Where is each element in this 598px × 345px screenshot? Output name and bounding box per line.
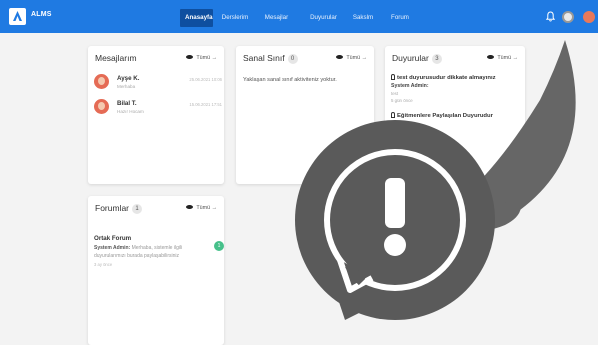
forum-author: System Admin: <box>94 245 131 251</box>
alert-bubble-icon <box>295 40 576 320</box>
forums-see-all-link[interactable]: Tümü → <box>186 205 217 211</box>
message-item[interactable]: Bilal T. Hazır Hocam 15.06.2021 17:51 <box>94 99 222 121</box>
message-preview: Merhaba <box>117 84 136 89</box>
forums-card-title: Forumlar 1 <box>95 203 143 214</box>
avatar <box>94 74 109 89</box>
brand-name: ALMS <box>31 11 52 18</box>
forum-preview: System Admin: Merhaba, sistemle ilgili d… <box>94 244 212 260</box>
messages-card-header: Mesajlarım Tümü → <box>95 53 217 67</box>
forums-card: Forumlar 1 Tümü → Ortak Forum System Admi… <box>88 196 224 345</box>
alms-logo-icon[interactable] <box>9 8 26 25</box>
forum-title[interactable]: Ortak Forum <box>94 235 131 242</box>
message-date: 15.06.2021 17:51 <box>189 102 222 107</box>
messages-card: Mesajlarım Tümü → Ayşe K. Merhaba 25.06.… <box>88 46 224 184</box>
message-item[interactable]: Ayşe K. Merhaba 25.06.2021 10:06 <box>94 74 222 96</box>
logo-mark-icon <box>13 11 22 21</box>
count-badge: 1 <box>132 204 143 214</box>
unread-badge: 1 <box>214 241 224 251</box>
forums-card-header: Forumlar 1 Tümü → <box>95 203 217 217</box>
messages-card-title: Mesajlarım <box>95 53 137 63</box>
nav-item-courses[interactable]: Derslerim <box>220 10 250 26</box>
eye-icon <box>186 55 194 59</box>
message-sender: Ayşe K. <box>117 75 140 82</box>
message-sender: Bilal T. <box>117 100 137 107</box>
eye-icon <box>186 205 194 209</box>
forum-time: 3 ay önce <box>94 262 113 267</box>
message-preview: Hazır Hocam <box>117 109 144 114</box>
nav-item-home[interactable]: Anasayfa <box>180 9 213 27</box>
messages-see-all-link[interactable]: Tümü → <box>186 55 217 61</box>
message-date: 25.06.2021 10:06 <box>189 77 222 82</box>
avatar <box>94 99 109 114</box>
